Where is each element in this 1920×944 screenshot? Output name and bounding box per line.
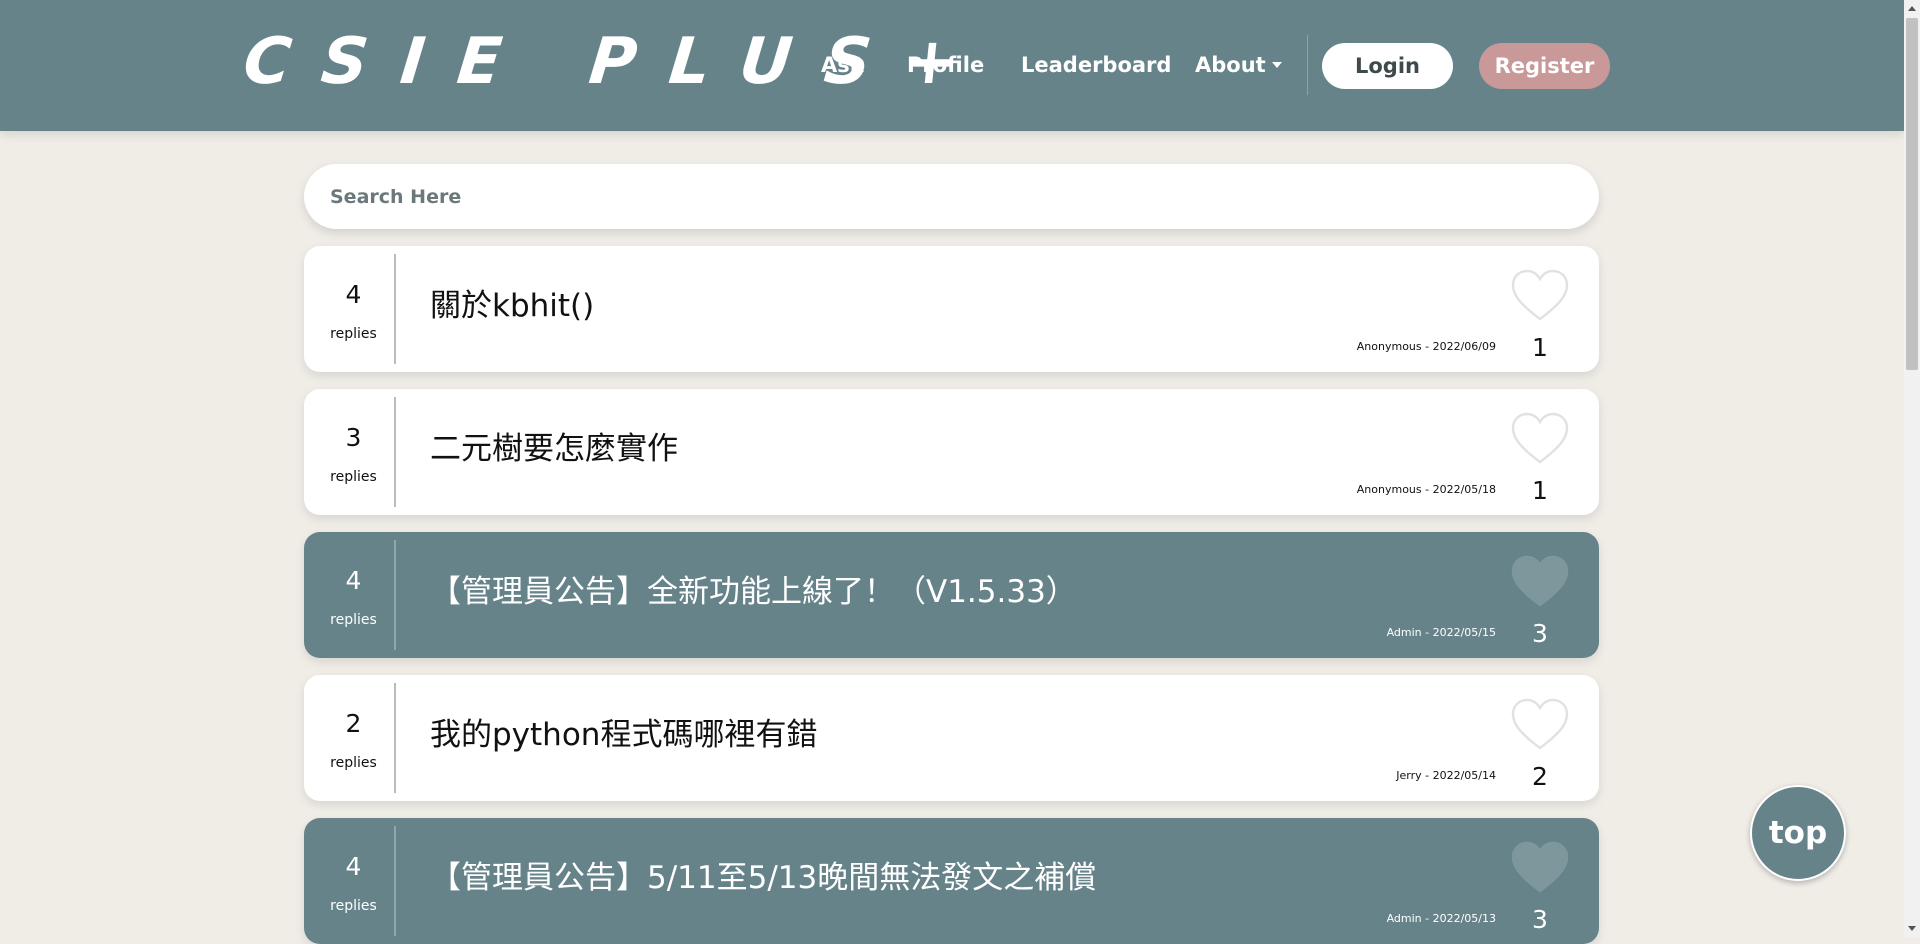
heart-icon[interactable] bbox=[1510, 840, 1570, 894]
post-divider bbox=[394, 254, 396, 364]
post-card[interactable]: 4 replies 【管理員公告】5/11至5/13晚間無法發文之補償 Admin -… bbox=[304, 818, 1599, 944]
post-card[interactable]: 4 replies 關於kbhit() Anonymous - 2022/06/09 1 bbox=[304, 246, 1599, 372]
replies-label: replies bbox=[330, 469, 377, 485]
post-divider bbox=[394, 683, 396, 793]
post-meta: Admin - 2022/05/13 bbox=[1386, 912, 1496, 925]
post-title[interactable]: 我的python程式碼哪裡有錯 bbox=[430, 713, 817, 757]
post-title[interactable]: 二元樹要怎麼實作 bbox=[430, 427, 678, 471]
scroll-up-arrow-icon[interactable] bbox=[1908, 6, 1916, 11]
reply-count: 3 bbox=[345, 423, 362, 452]
like-count: 2 bbox=[1532, 762, 1548, 791]
navbar: CSIE PLUS+ Ask Profile Leaderboard About… bbox=[0, 0, 1904, 131]
post-divider bbox=[394, 397, 396, 507]
nav-profile[interactable]: Profile bbox=[907, 50, 984, 80]
heart-icon[interactable] bbox=[1510, 268, 1570, 322]
replies-label: replies bbox=[330, 755, 377, 771]
reply-count: 2 bbox=[345, 709, 362, 738]
site-logo[interactable]: CSIE PLUS+ bbox=[240, 25, 994, 99]
scrollbar[interactable] bbox=[1904, 0, 1920, 937]
post-title[interactable]: 關於kbhit() bbox=[430, 284, 594, 328]
like-count: 3 bbox=[1532, 905, 1548, 934]
heart-icon[interactable] bbox=[1510, 554, 1570, 608]
post-title[interactable]: 【管理員公告】5/11至5/13晚間無法發文之補償 bbox=[430, 856, 1096, 900]
post-card[interactable]: 4 replies 【管理員公告】全新功能上線了！（V1.5.33） Admin - … bbox=[304, 532, 1599, 658]
nav-about-label: About bbox=[1195, 53, 1266, 77]
post-meta: Anonymous - 2022/06/09 bbox=[1356, 340, 1496, 353]
replies-label: replies bbox=[330, 326, 377, 342]
search-bar bbox=[304, 164, 1599, 229]
reply-count: 4 bbox=[345, 566, 362, 595]
scroll-down-arrow-icon[interactable] bbox=[1908, 926, 1916, 931]
caret-down-icon bbox=[1271, 62, 1282, 68]
like-count: 3 bbox=[1532, 619, 1548, 648]
nav-about-dropdown[interactable]: About bbox=[1195, 50, 1282, 80]
search-input[interactable] bbox=[328, 184, 1599, 209]
reply-count: 4 bbox=[345, 852, 362, 881]
replies-label: replies bbox=[330, 898, 377, 914]
post-card[interactable]: 2 replies 我的python程式碼哪裡有錯 Jerry - 2022/05/1… bbox=[304, 675, 1599, 801]
replies-label: replies bbox=[330, 612, 377, 628]
post-card[interactable]: 3 replies 二元樹要怎麼實作 Anonymous - 2022/05/18 1 bbox=[304, 389, 1599, 515]
post-title[interactable]: 【管理員公告】全新功能上線了！（V1.5.33） bbox=[430, 570, 1077, 614]
heart-icon[interactable] bbox=[1510, 697, 1570, 751]
post-divider bbox=[394, 540, 396, 650]
scrollbar-thumb[interactable] bbox=[1906, 18, 1918, 370]
post-meta: Admin - 2022/05/15 bbox=[1386, 626, 1496, 639]
post-divider bbox=[394, 826, 396, 936]
heart-icon[interactable] bbox=[1510, 411, 1570, 465]
like-count: 1 bbox=[1532, 333, 1548, 362]
nav-ask[interactable]: Ask bbox=[821, 50, 864, 80]
login-button[interactable]: Login bbox=[1322, 43, 1453, 89]
post-meta: Anonymous - 2022/05/18 bbox=[1356, 483, 1496, 496]
nav-leaderboard[interactable]: Leaderboard bbox=[1021, 50, 1171, 80]
reply-count: 4 bbox=[345, 280, 362, 309]
nav-divider bbox=[1307, 35, 1308, 95]
back-to-top-button[interactable]: top bbox=[1750, 785, 1846, 881]
like-count: 1 bbox=[1532, 476, 1548, 505]
register-button[interactable]: Register bbox=[1479, 43, 1610, 89]
post-meta: Jerry - 2022/05/14 bbox=[1396, 769, 1496, 782]
